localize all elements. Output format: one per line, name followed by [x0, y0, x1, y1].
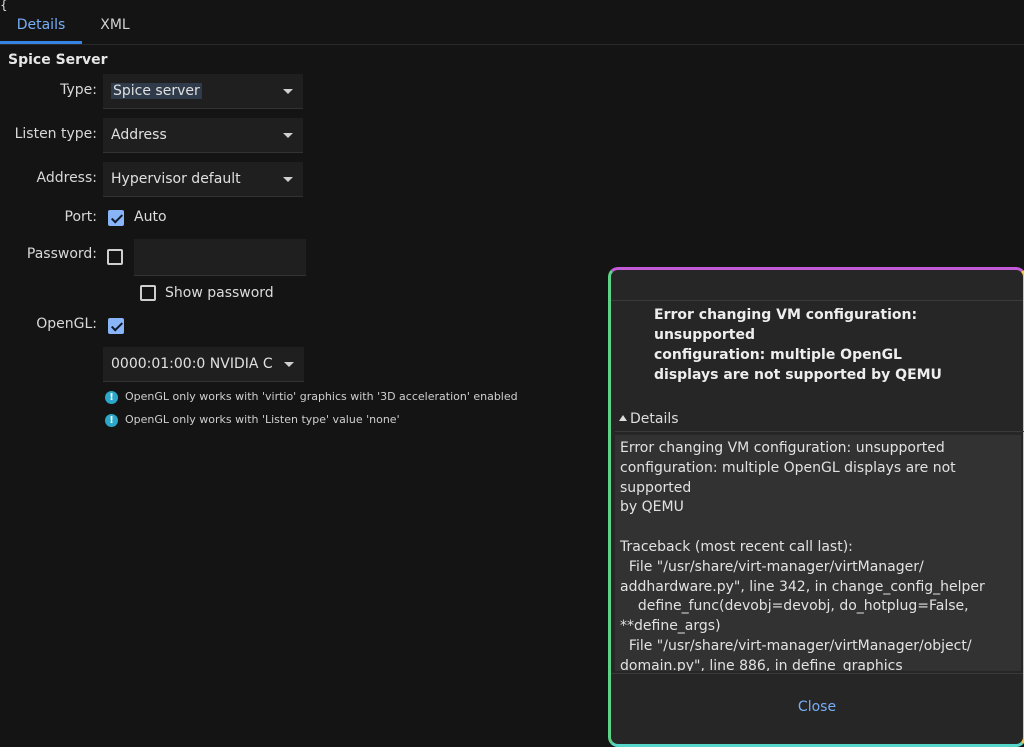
dropdown-arrow-icon	[283, 133, 293, 138]
password-checkbox[interactable]	[107, 249, 123, 265]
expander-up-icon	[619, 415, 627, 421]
dialog-footer: Close	[611, 673, 1023, 744]
details-expander-label: Details	[630, 411, 679, 427]
tab-bar: Details XML	[0, 0, 1024, 45]
error-dialog: Error changing VM configuration: unsuppo…	[608, 267, 1024, 747]
info-icon: !	[105, 390, 118, 404]
type-value: Spice server	[111, 83, 202, 99]
dropdown-arrow-icon	[284, 362, 294, 367]
tab-details[interactable]: Details	[0, 0, 82, 44]
show-password-checkbox[interactable]	[140, 285, 156, 301]
info-text-1: OpenGL only works with 'virtio' graphics…	[125, 390, 518, 403]
show-password-label: Show password	[165, 285, 274, 301]
password-label: Password:	[26, 246, 97, 262]
listen-type-label: Listen type:	[14, 126, 97, 142]
type-combo[interactable]: Spice server	[103, 74, 303, 109]
opengl-label: OpenGL:	[36, 316, 97, 332]
dropdown-arrow-icon	[283, 177, 293, 182]
tab-xml[interactable]: XML	[82, 0, 148, 44]
error-message-line-1: Error changing VM configuration: unsuppo…	[654, 307, 918, 343]
address-label: Address:	[36, 170, 97, 186]
port-label: Port:	[64, 209, 97, 225]
listen-type-combo[interactable]: Address	[103, 118, 303, 153]
details-expander[interactable]: Details	[615, 411, 1024, 432]
details-text-view[interactable]: Error changing VM configuration: unsuppo…	[615, 435, 1021, 671]
opengl-info-listen: ! OpenGL only works with 'Listen type' va…	[105, 413, 400, 427]
port-auto-checkbox[interactable]	[108, 210, 124, 226]
rendernode-value: 0000:01:00:0 NVIDIA C	[111, 356, 273, 372]
error-message: Error changing VM configuration: unsuppo…	[654, 305, 994, 385]
error-message-line-2: configuration: multiple OpenGL	[654, 347, 902, 363]
address-value: Hypervisor default	[111, 171, 241, 187]
password-input[interactable]	[134, 239, 306, 276]
opengl-checkbox[interactable]	[108, 318, 124, 334]
type-label: Type:	[60, 82, 97, 98]
listen-type-value: Address	[111, 127, 167, 143]
info-text-2: OpenGL only works with 'Listen type' val…	[125, 413, 400, 426]
error-message-line-3: displays are not supported by QEMU	[654, 367, 942, 383]
section-title: Spice Server	[8, 52, 108, 68]
close-button[interactable]: Close	[611, 699, 1023, 715]
port-auto-label: Auto	[134, 209, 167, 225]
dialog-header	[611, 270, 1023, 301]
info-icon: !	[105, 413, 118, 427]
opengl-info-virtio: ! OpenGL only works with 'virtio' graphic…	[105, 390, 518, 404]
dropdown-arrow-icon	[283, 89, 293, 94]
rendernode-combo[interactable]: 0000:01:00:0 NVIDIA C	[103, 347, 304, 382]
address-combo[interactable]: Hypervisor default	[103, 162, 303, 197]
